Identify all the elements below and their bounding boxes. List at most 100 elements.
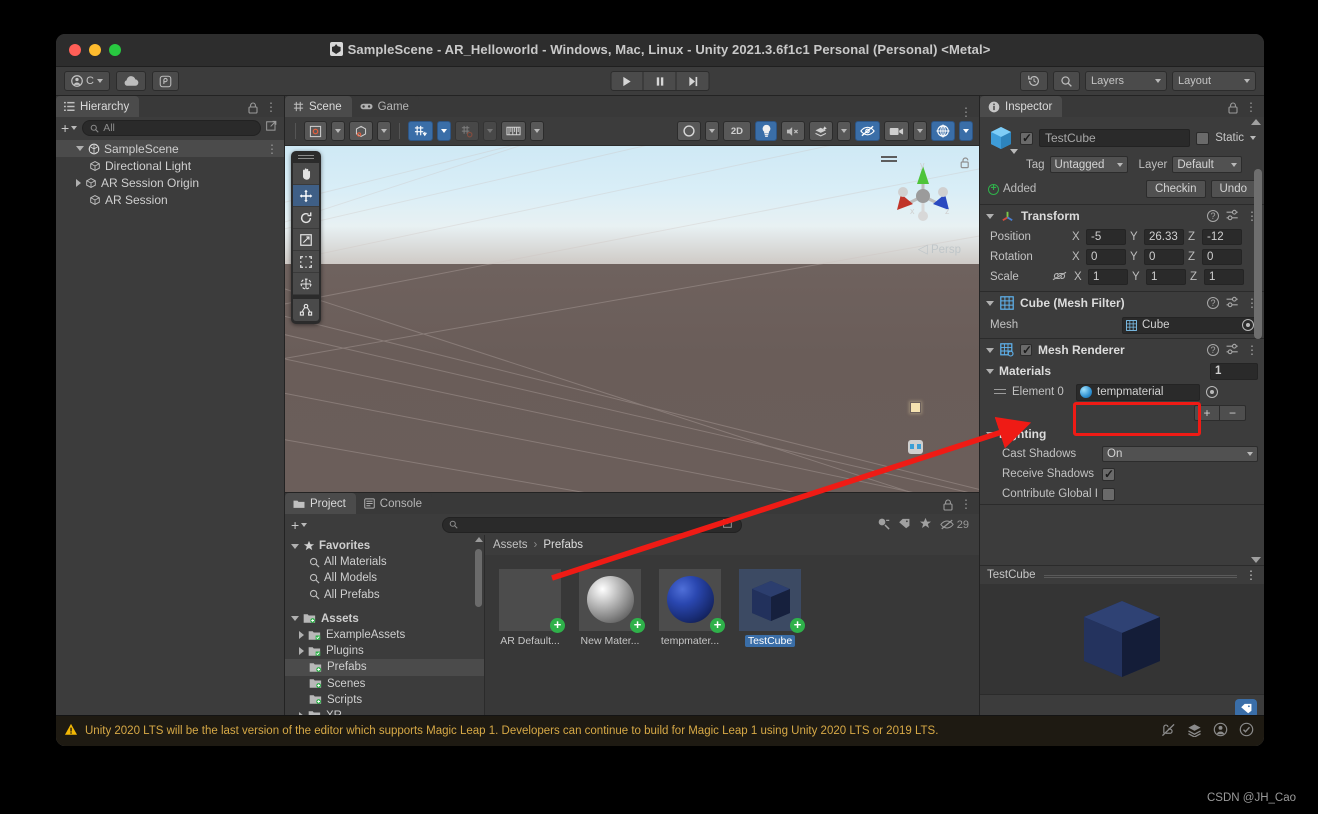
static-checkbox[interactable] [1196,131,1210,145]
layers-dropdown[interactable]: Layers [1085,71,1167,91]
save-search-icon[interactable] [877,517,890,533]
add-material-button[interactable]: + [1194,405,1220,421]
camera-gizmo[interactable] [908,440,923,454]
grid-snapping-dropdown[interactable] [437,121,451,141]
pivot-mode-dropdown[interactable] [331,121,345,141]
scale-tool-button[interactable] [293,229,319,251]
inspector-scroll-up-arrow[interactable] [1251,119,1261,125]
fx-dropdown[interactable] [837,121,851,141]
pivot-mode-button[interactable] [304,121,327,141]
help-icon[interactable]: ? [1207,210,1219,222]
scale-z-field[interactable]: 1 [1204,269,1244,285]
playback-controls[interactable] [610,71,710,91]
tab-project[interactable]: Project [285,493,356,514]
chevron-down-icon[interactable] [76,146,84,151]
hierarchy-item-ar-session[interactable]: AR Session [56,191,284,208]
lock-icon[interactable] [943,499,953,514]
breadcrumb[interactable]: Assets › Prefabs [485,535,979,555]
mesh-renderer-enabled-checkbox[interactable] [1020,343,1032,357]
scene-menu-icon[interactable]: ⋮ [960,106,972,118]
check-circle-icon[interactable] [1239,722,1254,740]
cloud-button[interactable] [115,71,146,91]
contribute-gi-checkbox[interactable] [1102,487,1115,501]
mesh-filter-header[interactable]: Cube (Mesh Filter) ? ⋮ [980,292,1264,314]
history-button[interactable] [1020,71,1048,91]
tab-game[interactable]: Game [351,96,419,117]
preview-body[interactable] [980,584,1264,694]
rotation-x-field[interactable]: 0 [1086,249,1126,265]
scene-tools-overlay[interactable] [291,151,321,324]
label-filter-icon[interactable] [898,518,911,532]
reorder-handle[interactable] [994,388,1006,396]
breadcrumb-prefabs[interactable]: Prefabs [543,539,583,551]
project-search-input[interactable] [441,516,742,533]
checkin-button[interactable]: Checkin [1145,180,1206,198]
handle-rotation-dropdown[interactable] [377,121,391,141]
tree-item-assets[interactable]: Assets [285,611,484,627]
account-button[interactable]: C [64,71,110,91]
snap-increment-button[interactable] [455,121,479,141]
tree-item-all-prefabs[interactable]: All Prefabs [285,587,484,603]
transform-header[interactable]: Transform ? ⋮ [980,205,1264,227]
custom-editor-tool-button[interactable] [293,299,319,321]
gizmos-hidden-toggle-button[interactable] [855,121,880,141]
hidden-assets-count[interactable]: 29 [939,519,969,531]
scale-x-field[interactable]: 1 [1088,269,1128,285]
move-tool-button[interactable] [293,185,319,207]
asset-thumbnail[interactable]: + [499,569,565,633]
hierarchy-menu-icon[interactable]: ⋮ [265,101,277,117]
toggle-2d-button[interactable]: 2D [722,121,751,141]
lighting-foldout[interactable]: Lighting [980,424,1264,444]
layers-stack-icon[interactable] [1187,723,1202,740]
tab-console[interactable]: Console [355,493,432,514]
lock-icon[interactable] [248,102,258,117]
object-enabled-checkbox[interactable] [1020,131,1033,145]
perspective-label[interactable]: ◁ Persp [918,241,961,257]
preset-icon[interactable] [1226,209,1239,224]
tree-item-favorites[interactable]: Favorites [285,538,484,554]
help-icon[interactable]: ? [1207,344,1219,356]
chevron-down-icon[interactable] [986,213,994,219]
preview-menu-icon[interactable]: ⋮ [1245,569,1257,581]
layer-dropdown[interactable]: Default [1172,156,1243,173]
audio-toggle-button[interactable] [781,121,805,141]
project-menu-icon[interactable]: ⋮ [960,498,972,514]
inspector-scroll-down-arrow[interactable] [1251,557,1261,563]
drag-handle[interactable] [298,154,314,160]
collab-disabled-icon[interactable] [1161,723,1176,740]
gizmos-dropdown[interactable] [959,121,973,141]
object-picker-icon[interactable] [1242,319,1254,331]
asset-item[interactable]: + tempmater... [659,569,725,647]
collab-button[interactable] [151,71,179,91]
shading-mode-button[interactable] [676,121,701,141]
scene-axis-gizmo[interactable]: x z y [887,158,959,236]
inspector-scroll-area[interactable]: TestCube Static Tag Untagged [980,117,1264,565]
lock-icon[interactable] [1228,102,1238,117]
snap-increment-dropdown[interactable] [483,121,497,141]
favorite-star-icon[interactable] [919,517,932,533]
materials-foldout[interactable]: Materials 1 [980,361,1264,381]
gizmos-toggle-button[interactable] [931,121,955,141]
hierarchy-item-directional-light[interactable]: Directional Light [56,157,284,174]
chevron-down-icon[interactable] [291,616,299,622]
rotation-z-field[interactable]: 0 [1202,249,1242,265]
rotation-y-field[interactable]: 0 [1144,249,1184,265]
undo-button[interactable]: Undo [1210,180,1256,198]
position-y-field[interactable]: 26.33 [1144,229,1184,245]
inspector-menu-icon[interactable]: ⋮ [1245,101,1257,117]
tree-item-scenes[interactable]: Scenes [285,676,484,692]
asset-thumbnail[interactable]: + [579,569,645,633]
lighting-toggle-button[interactable] [755,121,777,141]
hierarchy-expand-icon[interactable] [266,119,279,137]
handle-rotation-button[interactable] [349,121,373,141]
object-name-field[interactable]: TestCube [1039,129,1191,147]
constrain-off-icon[interactable] [1052,271,1070,284]
asset-grid[interactable]: + AR Default... + New Mater... + tempmat… [485,555,979,724]
chevron-down-icon[interactable] [986,347,994,353]
hierarchy-item-samplescene[interactable]: SampleScene ⋮ [56,140,284,157]
shading-mode-dropdown[interactable] [704,121,719,141]
step-button[interactable] [676,71,710,91]
scene-viewport[interactable]: x z y ◁ Persp [285,146,979,492]
breadcrumb-assets[interactable]: Assets [493,539,528,551]
tab-inspector[interactable]: Inspector [980,96,1063,117]
